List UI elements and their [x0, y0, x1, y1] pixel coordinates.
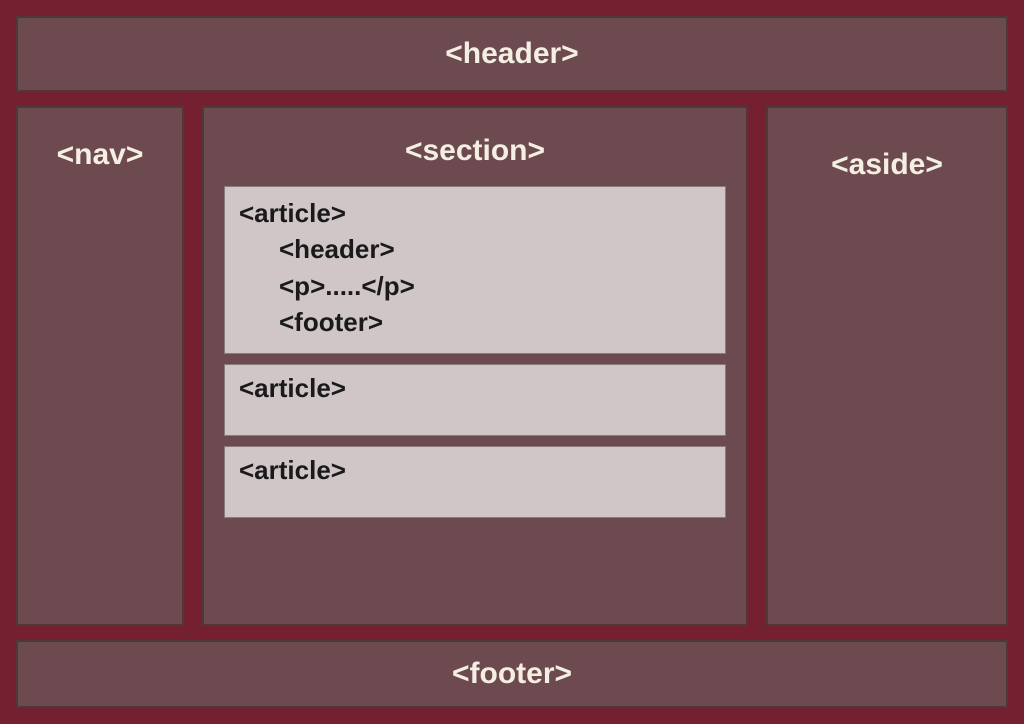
nav-region: <nav> [16, 106, 184, 626]
section-label: <section> [405, 134, 545, 167]
article-1-open: <article> [239, 195, 711, 231]
article-1-p: <p>.....</p> [239, 268, 711, 304]
middle-row: <nav> <section> <article> <header> <p>..… [16, 106, 1008, 626]
aside-label: <aside> [831, 148, 943, 181]
article-3-open: <article> [239, 455, 711, 486]
article-3: <article> [224, 446, 726, 518]
header-label: <header> [445, 37, 578, 71]
footer-region: <footer> [16, 640, 1008, 708]
nav-label: <nav> [57, 138, 144, 171]
section-title-wrap: <section> [224, 108, 726, 186]
section-region: <section> <article> <header> <p>.....</p… [202, 106, 748, 626]
header-region: <header> [16, 16, 1008, 92]
article-1: <article> <header> <p>.....</p> <footer> [224, 186, 726, 354]
article-2: <article> [224, 364, 726, 436]
aside-region: <aside> [766, 106, 1008, 626]
footer-label: <footer> [452, 657, 572, 691]
article-1-header: <header> [239, 231, 711, 267]
article-2-open: <article> [239, 373, 711, 404]
article-1-footer: <footer> [239, 304, 711, 340]
